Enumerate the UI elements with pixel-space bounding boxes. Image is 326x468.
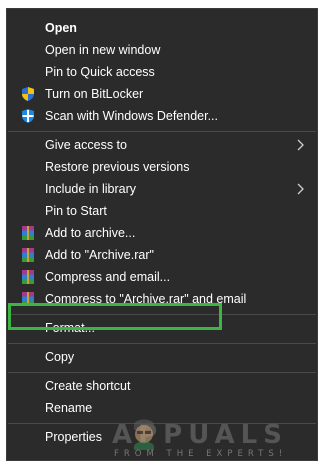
menu-item-add-to-archive[interactable]: Add to archive...	[7, 222, 317, 244]
winrar-icon	[22, 270, 34, 284]
menu-item-label: Restore previous versions	[45, 160, 190, 174]
menu-item-label: Pin to Start	[45, 204, 107, 218]
menu-item-include-in-library[interactable]: Include in library	[7, 178, 317, 200]
menu-item-label: Add to "Archive.rar"	[45, 248, 154, 262]
menu-item-label: Give access to	[45, 138, 127, 152]
chevron-right-icon	[297, 139, 304, 151]
menu-item-add-to-archive-rar[interactable]: Add to "Archive.rar"	[7, 244, 317, 266]
menu-item-label: Rename	[45, 401, 93, 415]
menu-item-rename[interactable]: Rename	[7, 397, 317, 419]
menu-item-properties[interactable]: Properties	[7, 426, 317, 448]
menu-item-turn-on-bitlocker[interactable]: Turn on BitLocker	[7, 83, 317, 105]
menu-item-label: Turn on BitLocker	[45, 87, 144, 101]
menu-item-label: Create shortcut	[45, 379, 131, 393]
context-menu: Open Open in new window Pin to Quick acc…	[6, 8, 318, 461]
menu-separator	[8, 372, 316, 373]
menu-separator	[8, 314, 316, 315]
menu-item-format[interactable]: Format...	[7, 317, 317, 339]
winrar-icon	[22, 292, 34, 306]
menu-item-label: Properties	[45, 430, 102, 444]
menu-item-label: Open	[45, 21, 77, 35]
menu-item-give-access-to[interactable]: Give access to	[7, 134, 317, 156]
menu-item-label: Scan with Windows Defender...	[45, 109, 218, 123]
menu-separator	[8, 131, 316, 132]
defender-icon	[22, 109, 34, 123]
menu-item-copy[interactable]: Copy	[7, 346, 317, 368]
menu-item-label: Include in library	[45, 182, 137, 196]
menu-separator	[8, 423, 316, 424]
menu-item-compress-to-archive-rar-and-email[interactable]: Compress to "Archive.rar" and email	[7, 288, 317, 310]
menu-item-label: Add to archive...	[45, 226, 136, 240]
menu-item-pin-to-quick-access[interactable]: Pin to Quick access	[7, 61, 317, 83]
chevron-right-icon	[297, 183, 304, 195]
menu-item-label: Compress and email...	[45, 270, 171, 284]
menu-item-compress-and-email[interactable]: Compress and email...	[7, 266, 317, 288]
menu-item-label: Copy	[45, 350, 75, 364]
menu-item-label: Compress to "Archive.rar" and email	[45, 292, 247, 306]
menu-separator	[8, 343, 316, 344]
menu-item-scan-with-windows-defender[interactable]: Scan with Windows Defender...	[7, 105, 317, 127]
menu-item-restore-previous-versions[interactable]: Restore previous versions	[7, 156, 317, 178]
menu-item-label: Format...	[45, 321, 96, 335]
menu-item-pin-to-start[interactable]: Pin to Start	[7, 200, 317, 222]
winrar-icon	[22, 226, 34, 240]
shield-uac-icon	[22, 87, 34, 101]
menu-item-label: Open in new window	[45, 43, 161, 57]
menu-item-open-in-new-window[interactable]: Open in new window	[7, 39, 317, 61]
menu-item-create-shortcut[interactable]: Create shortcut	[7, 375, 317, 397]
winrar-icon	[22, 248, 34, 262]
menu-item-open[interactable]: Open	[7, 17, 317, 39]
menu-item-label: Pin to Quick access	[45, 65, 155, 79]
